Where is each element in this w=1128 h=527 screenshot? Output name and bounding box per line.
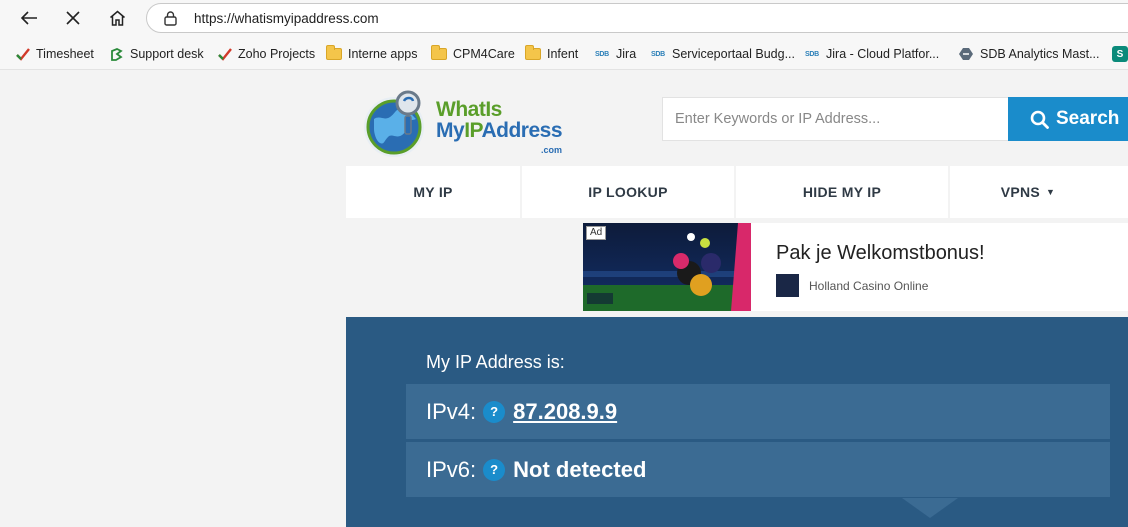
back-button[interactable] xyxy=(14,4,44,32)
ipv6-row: IPv6: ? Not detected xyxy=(406,442,1110,497)
ipv4-row: IPv4: ? 87.208.9.9 xyxy=(406,384,1110,439)
ipv4-help-icon[interactable]: ? xyxy=(483,400,506,423)
zoho-check-icon xyxy=(216,46,232,62)
bookmark-sdb-analytics[interactable]: SDB Analytics Mast... xyxy=(958,45,1099,63)
caret-down-icon: ▼ xyxy=(1046,187,1056,197)
ipv6-value: Not detected xyxy=(513,456,647,482)
address-bar[interactable]: https://whatismyipaddress.com xyxy=(146,3,1128,33)
web-page: WhatIs MyIPAddress .com Search MY IP IP … xyxy=(0,71,1128,527)
stop-loading-button[interactable] xyxy=(58,4,88,32)
sdb-icon: SDB xyxy=(651,50,665,58)
ad-image[interactable]: Ad xyxy=(583,223,751,311)
bookmarks-bar: Timesheet Support desk Zoho Projects Int… xyxy=(0,36,1128,70)
ipv4-label: IPv4: xyxy=(426,398,477,424)
nav-my-ip[interactable]: MY IP xyxy=(346,166,520,218)
search-input[interactable] xyxy=(662,97,1008,141)
search-icon xyxy=(1030,110,1049,129)
sharepoint-icon: S xyxy=(1112,46,1128,62)
globe-magnifier-icon xyxy=(364,90,424,157)
ad-badge: Ad xyxy=(586,226,607,240)
sdb-icon: SDB xyxy=(595,50,609,58)
advertisement[interactable]: Ad Pak je Welkomstbonus! Holland Casino … xyxy=(583,223,1128,311)
bookmark-zoho-projects[interactable]: Zoho Projects xyxy=(216,45,315,63)
bookmark-sharepoint[interactable]: S xyxy=(1112,45,1128,63)
zoho-check-icon xyxy=(14,46,30,62)
lock-icon xyxy=(164,11,177,26)
support-desk-icon xyxy=(108,46,124,62)
url-text[interactable]: https://whatismyipaddress.com xyxy=(194,11,379,26)
bookmark-folder-interne-apps[interactable]: Interne apps xyxy=(326,45,418,63)
bookmark-jira-cloud[interactable]: SDB Jira - Cloud Platfor... xyxy=(804,45,939,63)
bookmark-folder-cpm4care[interactable]: CPM4Care xyxy=(431,45,515,63)
home-icon xyxy=(109,10,125,26)
ipv6-label: IPv6: xyxy=(426,456,477,482)
bookmark-serviceportaal[interactable]: SDB Serviceportaal Budg... xyxy=(650,45,795,63)
logo-wordmark: WhatIs MyIPAddress .com xyxy=(436,98,563,155)
nav-ip-lookup[interactable]: IP LOOKUP xyxy=(522,166,734,218)
nav-vpns[interactable]: VPNS ▼ xyxy=(950,166,1128,218)
folder-icon xyxy=(525,45,541,62)
folder-icon xyxy=(431,45,447,62)
bookmark-timesheet[interactable]: Timesheet xyxy=(14,45,94,63)
ad-title[interactable]: Pak je Welkomstbonus! xyxy=(776,242,985,265)
close-icon xyxy=(66,11,80,25)
site-logo[interactable]: WhatIs MyIPAddress .com xyxy=(360,89,575,161)
back-arrow-icon xyxy=(20,11,37,25)
ip-heading: My IP Address is: xyxy=(426,352,565,372)
home-button[interactable] xyxy=(102,4,132,32)
ipv6-help-icon[interactable]: ? xyxy=(483,458,506,481)
search-button[interactable]: Search xyxy=(1008,97,1128,141)
bookmark-jira[interactable]: SDB Jira xyxy=(594,45,636,63)
ipv4-value[interactable]: 87.208.9.9 xyxy=(513,399,617,425)
bookmark-folder-infent[interactable]: Infent xyxy=(525,45,578,63)
main-nav: MY IP IP LOOKUP HIDE MY IP VPNS ▼ xyxy=(346,166,1128,218)
browser-toolbar: https://whatismyipaddress.com xyxy=(0,0,1128,36)
bookmark-support-desk[interactable]: Support desk xyxy=(108,45,204,63)
panel-notch xyxy=(902,498,958,518)
ip-address-panel: My IP Address is: IPv4: ? 87.208.9.9 IPv… xyxy=(346,317,1128,527)
folder-icon xyxy=(326,45,342,62)
holland-casino-logo xyxy=(776,274,799,297)
nav-hide-my-ip[interactable]: HIDE MY IP xyxy=(736,166,948,218)
analytics-icon xyxy=(958,46,974,62)
sdb-icon: SDB xyxy=(805,50,819,58)
ad-brand[interactable]: Holland Casino Online xyxy=(809,279,928,293)
